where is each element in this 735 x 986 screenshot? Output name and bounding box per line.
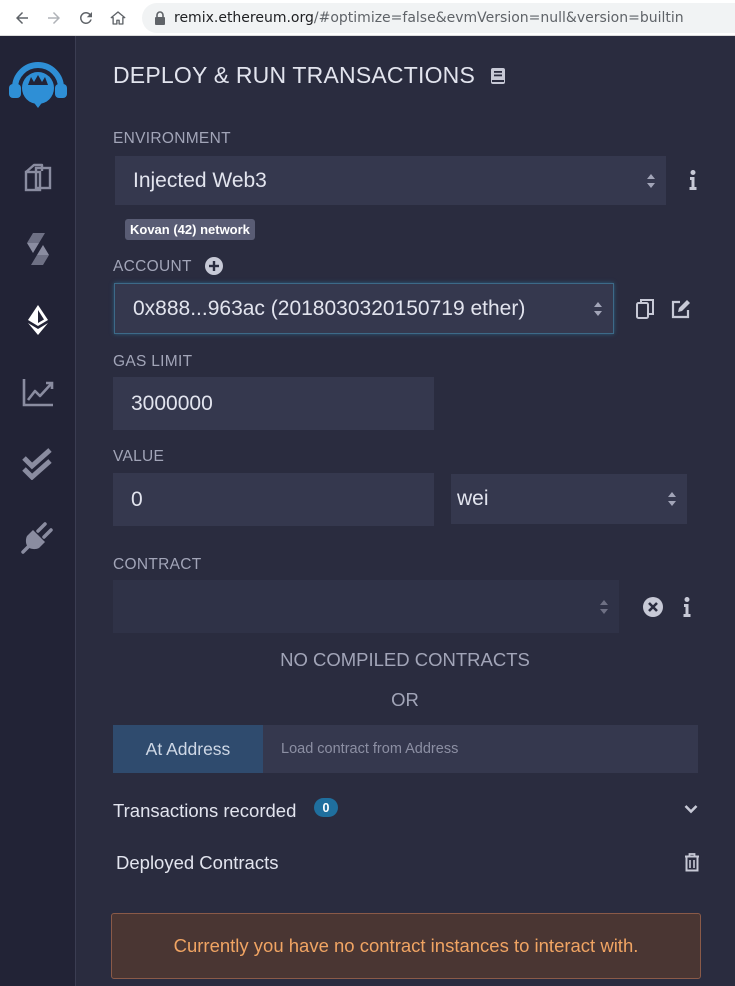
select-arrows-icon <box>594 301 602 316</box>
plugin-manager-button[interactable] <box>0 520 76 554</box>
transactions-expand-button[interactable] <box>681 800 701 818</box>
clear-contract-button[interactable] <box>642 596 664 618</box>
select-arrows-icon <box>647 173 655 188</box>
transactions-recorded-label[interactable]: Transactions recorded <box>113 800 296 822</box>
home-button[interactable] <box>106 6 130 30</box>
deploy-run-icon <box>28 305 48 335</box>
arrow-left-icon <box>16 12 28 24</box>
edit-icon <box>671 300 690 319</box>
deploy-run-panel: DEPLOY & RUN TRANSACTIONS ENVIRONMENT In… <box>77 36 735 986</box>
deployed-contracts-label: Deployed Contracts <box>116 852 279 873</box>
icon-panel <box>0 36 76 986</box>
copy-address-button[interactable] <box>634 298 656 320</box>
testing-button[interactable] <box>0 448 76 480</box>
panel-title: DEPLOY & RUN TRANSACTIONS <box>113 62 507 89</box>
gas-limit-input[interactable]: 3000000 <box>113 377 434 430</box>
url-path: /#optimize=false&evmVersion=null&version… <box>313 10 684 26</box>
analysis-chart-icon <box>22 379 54 407</box>
analysis-button[interactable] <box>0 376 76 408</box>
transactions-count-badge: 0 <box>314 798 338 817</box>
value-label: VALUE <box>113 448 165 465</box>
contract-info-button[interactable] <box>677 595 697 619</box>
value-input[interactable]: 0 <box>113 473 434 526</box>
panel-title-text: DEPLOY & RUN TRANSACTIONS <box>113 62 476 88</box>
deploy-run-button[interactable] <box>0 304 76 336</box>
network-badge: Kovan (42) network <box>125 219 255 240</box>
value-unit-select[interactable]: wei <box>451 474 687 524</box>
testing-check-icon <box>22 448 52 480</box>
account-value: 0x888...963ac (2018030320150719 ether) <box>133 296 526 320</box>
select-arrows-icon <box>600 599 608 614</box>
create-account-button[interactable] <box>204 256 224 276</box>
browser-toolbar: remix.ethereum.org/#optimize=false&evmVe… <box>0 0 735 36</box>
file-explorer-icon <box>24 163 52 192</box>
select-arrows-icon <box>668 492 676 506</box>
account-label: ACCOUNT <box>113 258 192 276</box>
contract-label: CONTRACT <box>113 556 202 573</box>
environment-label: ENVIRONMENT <box>113 130 231 147</box>
clear-instances-button[interactable] <box>682 851 702 873</box>
reload-button[interactable] <box>74 6 98 30</box>
solidity-compiler-button[interactable] <box>0 232 76 266</box>
at-address-group: At Address Load contract from Address <box>113 725 698 773</box>
info-icon <box>689 170 697 190</box>
environment-select[interactable]: Injected Web3 <box>115 156 666 205</box>
info-icon <box>683 597 691 617</box>
contract-select[interactable] <box>113 580 619 633</box>
plus-circle-icon <box>205 257 223 275</box>
forward-button[interactable] <box>42 6 66 30</box>
arrow-right-icon <box>48 12 60 24</box>
address-bar[interactable]: remix.ethereum.org/#optimize=false&evmVe… <box>142 3 735 33</box>
account-label-text: ACCOUNT <box>113 258 192 275</box>
close-circle-icon <box>643 597 663 617</box>
account-select[interactable]: 0x888...963ac (2018030320150719 ether) <box>114 283 614 334</box>
lock-icon <box>155 11 165 25</box>
no-compiled-contracts-text: NO COMPILED CONTRACTS <box>280 649 530 670</box>
back-button[interactable] <box>10 6 34 30</box>
url-host: remix.ethereum.org <box>174 10 314 26</box>
trash-icon <box>685 852 699 871</box>
solidity-compiler-icon <box>27 233 49 265</box>
copy-icon <box>636 299 654 319</box>
plugin-manager-icon <box>21 522 53 554</box>
remix-logo-button[interactable] <box>0 58 76 118</box>
address-url: remix.ethereum.org/#optimize=false&evmVe… <box>174 10 684 26</box>
home-icon <box>110 11 126 25</box>
at-address-input[interactable]: Load contract from Address <box>263 725 698 773</box>
reload-icon <box>79 11 92 24</box>
book-icon[interactable] <box>489 67 507 85</box>
file-explorer-button[interactable] <box>0 162 76 194</box>
or-text: OR <box>391 689 419 710</box>
gas-limit-label: GAS LIMIT <box>113 353 193 370</box>
value-unit: wei <box>457 487 489 510</box>
environment-value: Injected Web3 <box>133 168 267 192</box>
remix-logo-icon <box>9 62 67 108</box>
at-address-button[interactable]: At Address <box>113 725 263 773</box>
chevron-down-icon <box>684 805 698 814</box>
no-instances-alert: Currently you have no contract instances… <box>111 913 701 979</box>
environment-info-button[interactable] <box>683 168 703 192</box>
sign-message-button[interactable] <box>670 298 692 320</box>
